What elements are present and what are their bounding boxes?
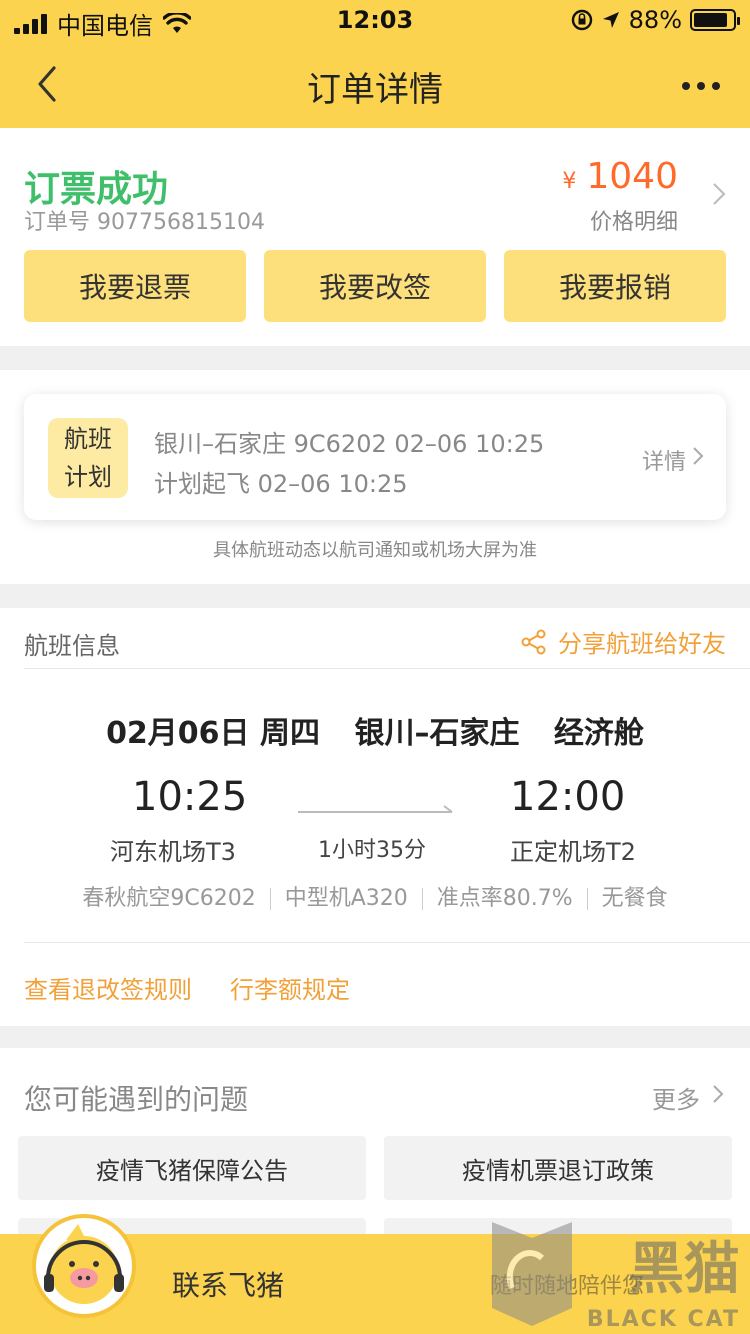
- chevron-right-icon[interactable]: [692, 446, 704, 466]
- flight-summary-line: 02月06日 周四 银川–石家庄 经济舱: [0, 708, 750, 752]
- faq-item[interactable]: 疫情机票退订政策: [384, 1136, 732, 1200]
- change-button[interactable]: 我要改签: [264, 250, 486, 322]
- chevron-right-icon[interactable]: [712, 182, 726, 206]
- price-detail-link[interactable]: 价格明细: [590, 204, 678, 236]
- reimburse-button[interactable]: 我要报销: [504, 250, 726, 322]
- orientation-lock-icon: [571, 9, 592, 31]
- flight-plan-departure: 计划起飞 02–06 10:25: [154, 470, 408, 498]
- flight-plan-detail-link[interactable]: 详情: [642, 444, 686, 476]
- flight-cabin: 经济舱: [553, 716, 644, 751]
- watermark: 黑猫 BLACK CAT: [482, 1218, 750, 1334]
- arrival-time: 12:00: [510, 774, 626, 820]
- share-flight-button[interactable]: 分享航班给好友: [520, 624, 726, 659]
- flight-plan-badge: 航班 计划: [48, 418, 128, 498]
- share-icon: [521, 629, 546, 654]
- watermark-subtitle: BLACK CAT: [586, 1307, 740, 1332]
- header: 中国电信 12:03 88% 订单详情: [0, 0, 750, 128]
- more-icon[interactable]: [682, 82, 720, 90]
- status-right: 88%: [571, 6, 740, 34]
- refund-button[interactable]: 我要退票: [24, 250, 246, 322]
- arrival-airport: 正定机场T2: [510, 838, 636, 866]
- baggage-rules-link[interactable]: 行李额规定: [230, 970, 350, 1005]
- flight-plan-section: 航班 计划 银川–石家庄 9C6202 02–06 10:25 计划起飞 02–…: [0, 370, 750, 584]
- departure-airport: 河东机场T3: [110, 838, 236, 866]
- battery-percent: 88%: [628, 6, 682, 34]
- departure-time: 10:25: [132, 774, 248, 820]
- flight-date: 02月06日 周四: [106, 716, 321, 751]
- faq-more-link[interactable]: 更多: [652, 1080, 700, 1115]
- chevron-right-icon[interactable]: [712, 1084, 724, 1104]
- flight-links: 查看退改签规则 行李额规定: [24, 970, 350, 1005]
- mascot-avatar[interactable]: [32, 1214, 136, 1318]
- flight-plan-note: 具体航班动态以航司通知或机场大屏为准: [213, 540, 537, 561]
- flight-plan-route: 银川–石家庄 9C6202 02–06 10:25: [154, 430, 545, 458]
- flight-meta: 春秋航空9C6202 中型机A320 准点率80.7% 无餐食: [0, 880, 750, 912]
- contact-label[interactable]: 联系飞猪: [172, 1264, 284, 1304]
- cat-logo-icon: [492, 1222, 572, 1326]
- status-bar: 中国电信 12:03 88%: [0, 0, 750, 40]
- order-number: 订单号 907756815104: [24, 210, 265, 235]
- location-icon: [602, 12, 619, 28]
- flight-route: 银川–石家庄: [354, 716, 520, 751]
- flight-info-title: 航班信息: [24, 632, 120, 660]
- battery-icon: [690, 9, 740, 31]
- flight-plan-card[interactable]: 航班 计划 银川–石家庄 9C6202 02–06 10:25 计划起飞 02–…: [24, 394, 726, 520]
- order-actions: 我要退票 我要改签 我要报销: [24, 250, 726, 322]
- badge-line2: 计划: [64, 463, 112, 491]
- aircraft-type: 中型机A320: [284, 886, 408, 911]
- arrow-right-icon: [298, 805, 453, 813]
- divider: [24, 942, 750, 943]
- order-status-card: 订票成功 订单号 907756815104 ¥ 1040 价格明细 我要退票 我…: [0, 128, 750, 346]
- divider: [24, 668, 750, 669]
- nav-bar: 订单详情: [0, 48, 750, 120]
- faq-title: 您可能遇到的问题: [24, 1083, 249, 1116]
- airline-flight: 春秋航空9C6202: [82, 886, 256, 911]
- mascot-icon: [44, 1224, 124, 1304]
- flight-duration: 1小时35分: [318, 838, 426, 863]
- watermark-title: 黑猫: [628, 1237, 740, 1302]
- price-amount: 1040: [586, 156, 678, 197]
- badge-line1: 航班: [64, 425, 112, 453]
- on-time-rate: 准点率80.7%: [436, 886, 573, 911]
- page-title: 订单详情: [307, 70, 443, 110]
- meal-info: 无餐食: [601, 886, 668, 911]
- flight-info-section: 航班信息 分享航班给好友 02月06日 周四 银川–石家庄 经济舱 10:25 …: [0, 608, 750, 1026]
- currency-symbol: ¥: [562, 169, 577, 194]
- faq-item[interactable]: 疫情飞猪保障公告: [18, 1136, 366, 1200]
- share-label: 分享航班给好友: [558, 630, 726, 658]
- refund-rules-link[interactable]: 查看退改签规则: [24, 970, 192, 1005]
- price-total[interactable]: ¥ 1040: [562, 156, 678, 197]
